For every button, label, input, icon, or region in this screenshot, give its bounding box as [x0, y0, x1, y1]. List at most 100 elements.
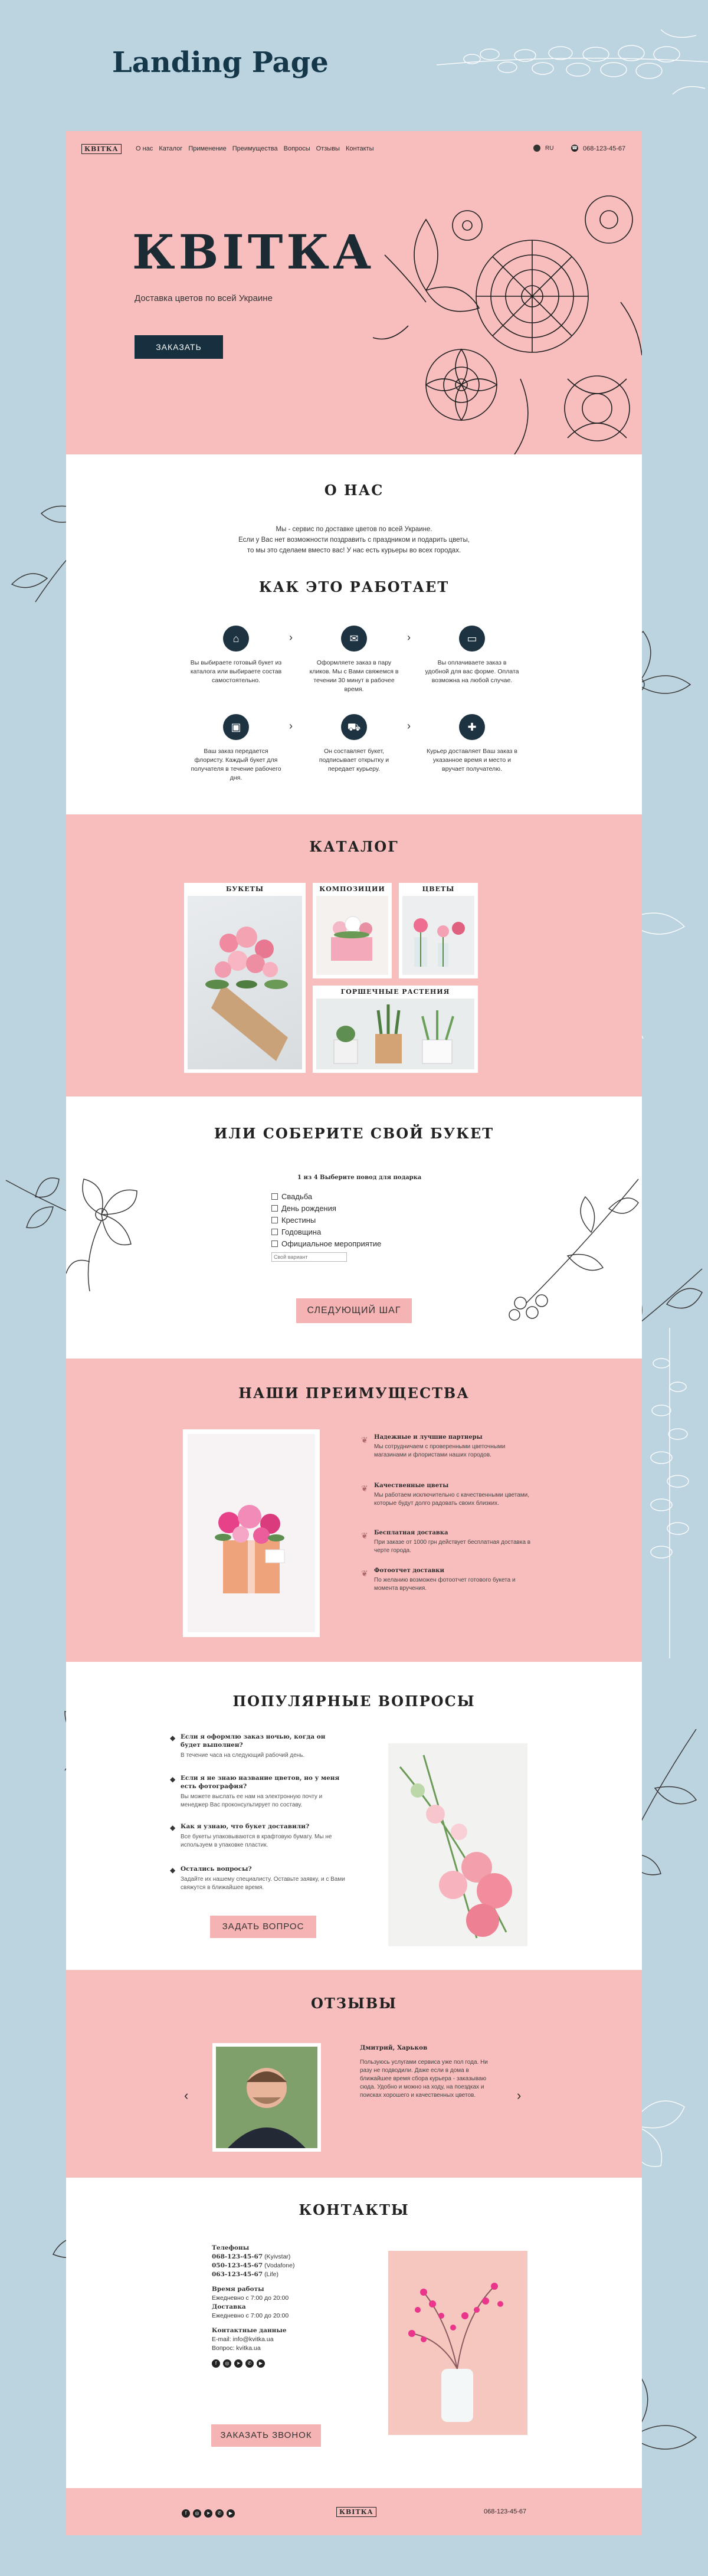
contacts-info: Телефоны 068-123-45-67 (Kyivstar) 050-12…	[212, 2244, 342, 2368]
question-icon: ◆	[170, 1866, 176, 1874]
checkbox[interactable]	[271, 1205, 278, 1212]
phone-number: 068-123-45-67	[212, 2253, 263, 2260]
phones-label: Телефоны	[212, 2244, 250, 2251]
catalog-section: КАТАЛОГ БУКЕТЫ КОМПОЗИЦИИ ЦВЕТЫ ГОРШЕЧНЫ…	[66, 814, 642, 1096]
contacts-section: КОНТАКТЫ Телефоны 068-123-45-67 (Kyivsta…	[66, 2178, 642, 2488]
faq-item[interactable]: Как я узнаю, что букет доставили? Все бук…	[181, 1822, 346, 1850]
checkbox[interactable]	[271, 1193, 278, 1200]
footer: f ◎ ➤ ✆ ▶ КВІТКА 068-123-45-67	[66, 2488, 642, 2535]
phone-line[interactable]: 050-123-45-67 (Vodafone)	[212, 2261, 342, 2270]
phone-line[interactable]: 068-123-45-67 (Kyivstar)	[212, 2253, 342, 2261]
shop-icon: ⌂	[223, 626, 249, 652]
flower-illustration	[66, 1179, 137, 1291]
youtube-icon[interactable]: ▶	[227, 2509, 235, 2518]
phone-line[interactable]: 063-123-45-67 (Life)	[212, 2270, 342, 2279]
review-text: Пользуюсь услугами сервиса уже пол года.…	[360, 2059, 488, 2099]
checkbox[interactable]	[271, 1217, 278, 1223]
catalog-card-label: КОМПОЗИЦИИ	[319, 885, 385, 893]
operator: (Vodafone)	[264, 2262, 295, 2269]
gift-box-image	[188, 1434, 315, 1632]
option-birthday[interactable]: День рождения	[271, 1204, 336, 1213]
option-label: День рождения	[281, 1204, 336, 1213]
footer-phone[interactable]: 068-123-45-67	[484, 2508, 526, 2515]
nav-link-reviews[interactable]: Отзывы	[316, 145, 340, 152]
footer-logo[interactable]: КВІТКА	[336, 2507, 376, 2517]
facebook-icon[interactable]: f	[212, 2359, 220, 2368]
catalog-card-compositions[interactable]: КОМПОЗИЦИИ	[313, 883, 392, 978]
option-christening[interactable]: Крестины	[271, 1216, 316, 1225]
viber-icon[interactable]: ✆	[245, 2359, 254, 2368]
advantages-section: НАШИ ПРЕИМУЩЕСТВА ❦ Надежные и лучшие па…	[66, 1359, 642, 1662]
faq-item[interactable]: Остались вопросы? Задайте их нашему специ…	[181, 1865, 346, 1892]
youtube-icon[interactable]: ▶	[257, 2359, 265, 2368]
composition-image	[316, 896, 388, 975]
landing-page: КВІТКА О нас Каталог Применение Преимуще…	[66, 131, 642, 2535]
card-icon: ▭	[459, 626, 485, 652]
nav-link-contacts[interactable]: Контакты	[346, 145, 374, 152]
request-call-button[interactable]: ЗАКАЗАТЬ ЗВОНОК	[211, 2424, 321, 2447]
advantage-item: Надежные и лучшие партнеры Мы сотрудничае…	[374, 1434, 533, 1459]
step-text: Ваш заказ передается флористу. Каждый бу…	[191, 748, 281, 781]
step-text: Вы выбираете готовый букет из каталога и…	[190, 659, 282, 684]
nav-link-faq[interactable]: Вопросы	[284, 145, 310, 152]
option-wedding[interactable]: Свадьба	[271, 1192, 312, 1201]
nav-link-advantages[interactable]: Преимущества	[232, 145, 278, 152]
instagram-icon[interactable]: ◎	[223, 2359, 231, 2368]
chevron-left-icon[interactable]: ‹	[184, 2088, 188, 2103]
step-text: Он составляет букет, подписывает открытк…	[319, 748, 389, 773]
nav-link-about[interactable]: О нас	[136, 145, 153, 152]
faq-answer: В течение часа на следующий рабочий день…	[181, 1752, 305, 1759]
step-text: Вы оплачиваете заказ в удобной для вас ф…	[425, 659, 519, 684]
site[interactable]: Вопрос: kvitka.ua	[212, 2344, 342, 2353]
next-step-button[interactable]: СЛЕДУЮЩИЙ ШАГ	[296, 1298, 412, 1323]
about-line: Если у Вас нет возможности поздравить с …	[238, 536, 470, 544]
leaf-icon: ❦	[361, 1435, 368, 1445]
catalog-card-bouquets[interactable]: БУКЕТЫ	[184, 883, 306, 1073]
hero-section: КВІТКА О нас Каталог Применение Преимуще…	[66, 131, 642, 454]
advantages-title: НАШИ ПРЕИМУЩЕСТВА	[238, 1384, 470, 1402]
reviewer-photo	[216, 2047, 317, 2148]
viber-icon[interactable]: ✆	[215, 2509, 224, 2518]
telegram-icon[interactable]: ➤	[234, 2359, 242, 2368]
catalog-card-flowers[interactable]: ЦВЕТЫ	[399, 883, 478, 978]
instagram-icon[interactable]	[533, 145, 540, 152]
lang-switch[interactable]: RU	[545, 145, 553, 152]
email[interactable]: E-mail: info@kvitka.ua	[212, 2335, 342, 2344]
catalog-card-potted[interactable]: ГОРШЕЧНЫЕ РАСТЕНИЯ	[313, 986, 478, 1073]
faq-question: Если я оформлю заказ ночью, когда он буд…	[181, 1733, 326, 1749]
phone-icon: ☎	[571, 145, 578, 152]
facebook-icon[interactable]: f	[182, 2509, 190, 2518]
checkbox[interactable]	[271, 1240, 278, 1247]
option-official[interactable]: Официальное мероприятие	[271, 1239, 381, 1248]
nav-link-usage[interactable]: Применение	[188, 145, 226, 152]
chat-icon: ✉	[341, 626, 367, 652]
checkbox[interactable]	[271, 1229, 278, 1235]
catalog-card-label: ЦВЕТЫ	[422, 885, 455, 893]
nav-links: О нас Каталог Применение Преимущества Во…	[136, 145, 373, 152]
custom-option-input[interactable]	[271, 1252, 347, 1262]
telegram-icon[interactable]: ➤	[204, 2509, 212, 2518]
faq-section: ПОПУЛЯРНЫЕ ВОПРОСЫ ◆ Если я оформлю зака…	[66, 1662, 642, 1970]
faq-item[interactable]: Если я не знаю название цветов, но у мен…	[181, 1774, 346, 1809]
advantage-item: Фотоотчет доставки По желанию возможен фо…	[374, 1567, 533, 1593]
gift-icon: ✚	[459, 714, 485, 740]
reviewer-name: Дмитрий, Харьков	[360, 2044, 428, 2051]
chevron-right-icon[interactable]: ›	[517, 2088, 521, 2103]
order-button[interactable]: ЗАКАЗАТЬ	[135, 335, 223, 359]
faq-item[interactable]: Если я оформлю заказ ночью, когда он буд…	[181, 1733, 346, 1760]
how-step: ▣ Ваш заказ передается флористу. Каждый б…	[189, 714, 283, 783]
flowers-image	[402, 896, 474, 975]
option-anniversary[interactable]: Годовщина	[271, 1228, 321, 1236]
advantage-text: По желанию возможен фотоотчет готового б…	[374, 1577, 516, 1592]
nav-phone[interactable]: 068-123-45-67	[583, 145, 625, 152]
hero-flowers-illustration	[373, 195, 642, 454]
ask-question-button[interactable]: ЗАДАТЬ ВОПРОС	[210, 1916, 316, 1938]
nav-logo[interactable]: КВІТКА	[81, 144, 122, 154]
option-label: Крестины	[281, 1216, 316, 1225]
faq-answer: Задайте их нашему специалисту. Оставьте …	[181, 1876, 345, 1891]
advantage-title: Надежные и лучшие партнеры	[374, 1434, 483, 1441]
nav-link-catalog[interactable]: Каталог	[159, 145, 182, 152]
option-label: Официальное мероприятие	[281, 1239, 382, 1248]
builder-step-label: 1 из 4 Выберите повод для подарка	[297, 1174, 422, 1181]
instagram-icon[interactable]: ◎	[193, 2509, 201, 2518]
